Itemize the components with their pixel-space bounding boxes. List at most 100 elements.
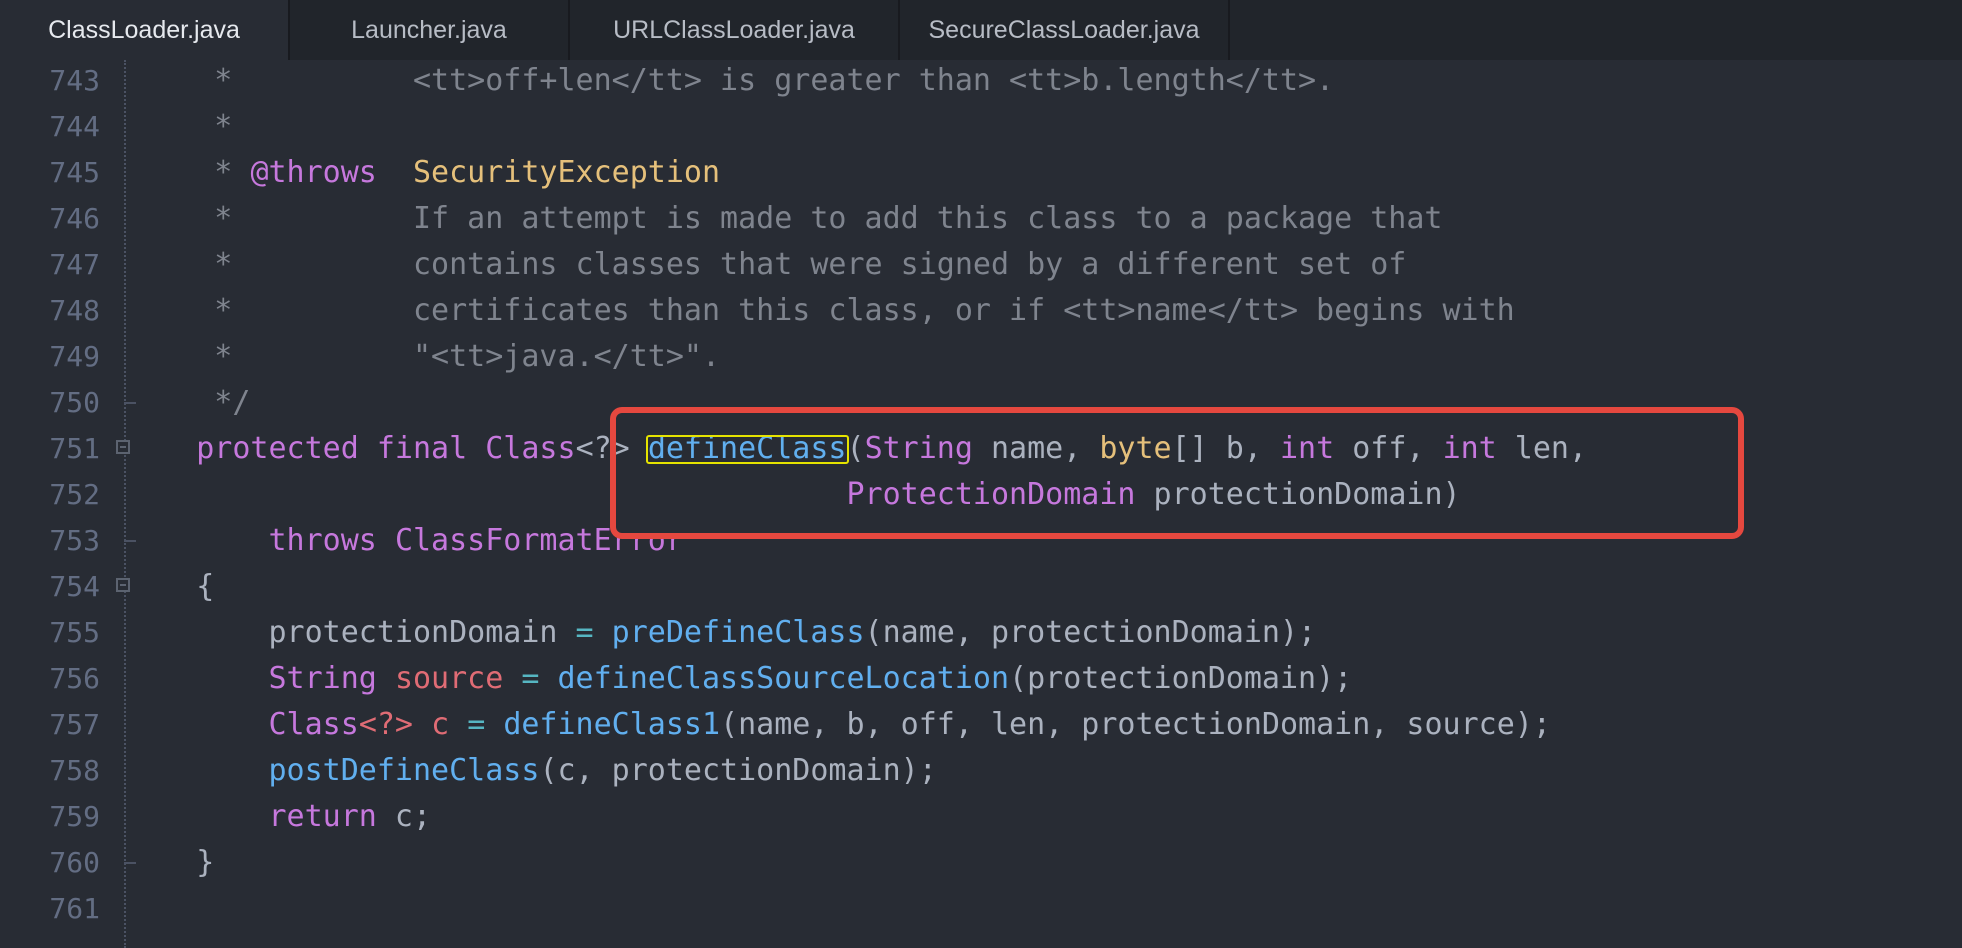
code-line[interactable]: 754 { bbox=[0, 564, 1962, 610]
code-text: * contains classes that were signed by a… bbox=[124, 242, 1406, 288]
line-number: 748 bbox=[49, 294, 100, 327]
code-line[interactable]: 761 bbox=[0, 886, 1962, 932]
code-token: return bbox=[268, 799, 377, 834]
code-token: * bbox=[124, 109, 233, 144]
line-number: 756 bbox=[49, 662, 100, 695]
line-number: 761 bbox=[49, 892, 100, 925]
code-text: * @throws SecurityException bbox=[124, 150, 720, 196]
line-number: 750 bbox=[49, 386, 100, 419]
code-line[interactable]: 757 Class<?> c = defineClass1(name, b, o… bbox=[0, 702, 1962, 748]
tab-launcher-java[interactable]: Launcher.java bbox=[290, 0, 570, 60]
code-editor[interactable]: 743 * <tt>off+len</tt> is greater than <… bbox=[0, 60, 1962, 948]
code-text: } bbox=[124, 840, 214, 886]
code-token: protectionDomain bbox=[124, 615, 576, 650]
code-text: */ bbox=[124, 380, 250, 426]
code-token: @throws bbox=[250, 155, 377, 190]
code-token: preDefineClass bbox=[611, 615, 865, 650]
code-token: } bbox=[124, 845, 215, 880]
editor-tab-bar: ClassLoader.java Launcher.java URLClassLoa… bbox=[0, 0, 1962, 60]
code-line[interactable]: 747 * contains classes that were signed … bbox=[0, 242, 1962, 288]
code-token: = bbox=[467, 707, 486, 742]
line-number: 754 bbox=[49, 570, 100, 603]
code-token: (c, protectionDomain); bbox=[539, 753, 937, 788]
code-text: * bbox=[124, 104, 232, 150]
code-line[interactable]: 756 String source = defineClassSourceLoc… bbox=[0, 656, 1962, 702]
code-token: * If an attempt is made to add this clas… bbox=[124, 201, 1443, 236]
line-number: 757 bbox=[49, 708, 100, 741]
code-line[interactable]: 755 protectionDomain = preDefineClass(na… bbox=[0, 610, 1962, 656]
code-token: */ bbox=[124, 385, 251, 420]
line-number: 751 bbox=[49, 432, 100, 465]
code-line[interactable]: 760 } bbox=[0, 840, 1962, 886]
line-number: 746 bbox=[49, 202, 100, 235]
code-text: postDefineClass(c, protectionDomain); bbox=[124, 748, 937, 794]
line-number: 755 bbox=[49, 616, 100, 649]
tab-urlclassloader-java[interactable]: URLClassLoader.java bbox=[570, 0, 900, 60]
code-token: throws bbox=[268, 523, 377, 558]
code-token: Class bbox=[485, 431, 576, 466]
code-text: * If an attempt is made to add this clas… bbox=[124, 196, 1443, 242]
code-token: (name, b, off, len, protectionDomain, so… bbox=[720, 707, 1551, 742]
code-token: (protectionDomain); bbox=[1009, 661, 1353, 696]
code-text: * <tt>off+len</tt> is greater than <tt>b… bbox=[124, 58, 1334, 104]
code-token: * "<tt>java.</tt>". bbox=[124, 339, 721, 374]
code-token: String bbox=[268, 661, 377, 696]
code-line[interactable]: 745 * @throws SecurityException bbox=[0, 150, 1962, 196]
line-number: 759 bbox=[49, 800, 100, 833]
code-line[interactable]: 746 * If an attempt is made to add this … bbox=[0, 196, 1962, 242]
code-token: SecurityException bbox=[413, 155, 721, 190]
line-number: 753 bbox=[49, 524, 100, 557]
code-text: { bbox=[124, 564, 214, 610]
line-number: 745 bbox=[49, 156, 100, 189]
code-token: protected bbox=[196, 431, 359, 466]
tab-secureclassloader-java[interactable]: SecureClassLoader.java bbox=[900, 0, 1230, 60]
line-number: 760 bbox=[49, 846, 100, 879]
code-line[interactable]: 749 * "<tt>java.</tt>". bbox=[0, 334, 1962, 380]
code-text: * certificates than this class, or if <t… bbox=[124, 288, 1515, 334]
code-text: * "<tt>java.</tt>". bbox=[124, 334, 720, 380]
code-text: protectionDomain = preDefineClass(name, … bbox=[124, 610, 1316, 656]
line-number: 758 bbox=[49, 754, 100, 787]
code-token: c; bbox=[376, 799, 432, 834]
code-token: defineClassSourceLocation bbox=[557, 661, 1010, 696]
code-token: c bbox=[431, 707, 450, 742]
line-number: 747 bbox=[49, 248, 100, 281]
code-token: Class bbox=[268, 707, 359, 742]
tab-classloader-java[interactable]: ClassLoader.java bbox=[0, 0, 290, 60]
code-text: throws ClassFormatError bbox=[124, 518, 684, 564]
code-token: final bbox=[376, 431, 468, 466]
code-token: defineClass1 bbox=[503, 707, 721, 742]
line-number: 744 bbox=[49, 110, 100, 143]
line-number: 749 bbox=[49, 340, 100, 373]
code-line[interactable]: 758 postDefineClass(c, protectionDomain)… bbox=[0, 748, 1962, 794]
code-token: postDefineClass bbox=[268, 753, 540, 788]
code-text: return c; bbox=[124, 794, 432, 840]
code-token: * contains classes that were signed by a… bbox=[124, 247, 1407, 282]
code-line[interactable]: 748 * certificates than this class, or i… bbox=[0, 288, 1962, 334]
code-line[interactable]: 744 * bbox=[0, 104, 1962, 150]
code-line[interactable]: 743 * <tt>off+len</tt> is greater than <… bbox=[0, 58, 1962, 104]
code-token: { bbox=[124, 569, 215, 604]
code-token: = bbox=[575, 615, 594, 650]
code-token: source bbox=[394, 661, 504, 696]
code-token: = bbox=[521, 661, 540, 696]
code-text: String source = defineClassSourceLocatio… bbox=[124, 656, 1353, 702]
code-token: <?> bbox=[358, 707, 413, 742]
code-token: * certificates than this class, or if <t… bbox=[124, 293, 1515, 328]
code-line[interactable]: 759 return c; bbox=[0, 794, 1962, 840]
